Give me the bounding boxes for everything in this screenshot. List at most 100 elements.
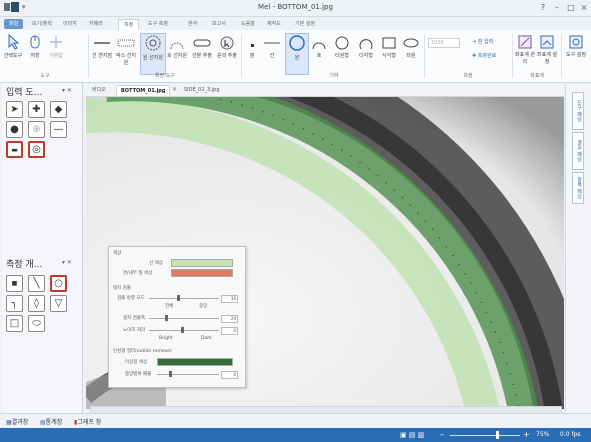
line-edge-button[interactable]: 선 연지점 — [91, 36, 113, 59]
view-mode-icons[interactable]: ▣ ▤ ▥ — [400, 431, 424, 439]
pointer-tool[interactable]: ➤ — [6, 101, 23, 118]
point-input-button[interactable]: ⇥ 점 입력 — [472, 38, 493, 45]
geo-point-button[interactable]: 점 — [245, 40, 259, 59]
box-edge-icon — [117, 39, 135, 47]
arc-edge-button[interactable]: 호 선지원 — [166, 36, 188, 59]
group-label-geometry: 기하 — [329, 73, 339, 79]
save-tool-button[interactable]: 저장 — [26, 34, 44, 59]
right-dock-strip: 도구 패널 결과 패널 항목 패널 — [565, 84, 591, 414]
minimize-button[interactable]: – — [550, 2, 564, 13]
tab-view[interactable]: 보기/출력 — [27, 19, 57, 29]
scan-right-label: 중앙 — [199, 304, 208, 309]
noise-value[interactable]: 0 — [221, 327, 238, 335]
geo-rect-button[interactable]: 사각형 — [378, 36, 400, 59]
mouse-tool[interactable]: ● — [6, 121, 23, 138]
scan-mode-slider[interactable] — [177, 295, 180, 301]
geo-oval-button[interactable]: 타원 — [401, 36, 421, 59]
edge-width-slider[interactable] — [165, 315, 168, 321]
geo-polygon-button[interactable]: 다각형 — [355, 36, 377, 59]
coord-manage-button[interactable]: 좌표계 관리 — [515, 35, 535, 65]
mouse-icon — [30, 35, 40, 49]
doc-tab-close-icon[interactable]: ✕ — [172, 86, 177, 93]
default-tool-button[interactable]: 기본값 — [46, 34, 66, 59]
panel-pin-icon-2[interactable]: ▾ ✕ — [62, 259, 72, 266]
contour-extract-label: 윤곽 추출 — [217, 53, 237, 59]
circle-measure-tool[interactable]: ○ — [50, 275, 67, 292]
filter-color-swatch[interactable] — [157, 358, 233, 366]
square-measure-tool[interactable]: □ — [6, 315, 23, 332]
scan-mode-value[interactable]: 30 — [221, 295, 238, 303]
tab-report[interactable]: 보고서 — [207, 19, 231, 29]
tool-settings-button[interactable]: 도구 설정 — [565, 35, 587, 58]
ring-cross-icon: ⊕ — [32, 124, 41, 135]
box-edge-button[interactable]: 박스 선지원 — [114, 36, 138, 66]
point-measure-tool[interactable]: ■ — [6, 275, 23, 292]
dock-tab-tools[interactable]: 도구 패널 — [572, 92, 584, 130]
geo-circle-button[interactable]: 원 — [285, 33, 309, 75]
dock-tab-results[interactable]: 결과 패널 — [572, 132, 584, 170]
stats-window-tab[interactable]: ▤통계창 — [40, 417, 62, 426]
edge-settings-dialog: 색상 선 색상 면/내부 칠 색상 엣지 검출 검출 방향 모드 30 전체 중… — [108, 246, 246, 388]
circle-edge-button[interactable]: 원 선지원 — [140, 33, 166, 75]
group-separator — [561, 34, 562, 78]
measure-count-input[interactable]: 1000 — [428, 38, 460, 48]
select-tool-button[interactable]: 선택도구 — [3, 33, 23, 59]
zoom-out-button[interactable]: – — [440, 430, 444, 439]
flag-measure-tool[interactable]: ▽ — [50, 295, 67, 312]
coord-manage-label: 좌표계 관리 — [515, 52, 535, 65]
line-tool[interactable]: — — [50, 121, 67, 138]
ring-cross-tool[interactable]: ⊕ — [28, 121, 45, 138]
doc-tab-side[interactable]: SIDE_02_3.jpg — [180, 85, 224, 95]
tab-analysis[interactable]: 분석 — [183, 19, 202, 29]
tab-image[interactable]: 이미지 — [58, 19, 82, 29]
dock-tab-items[interactable]: 항목 패널 — [572, 172, 584, 204]
tab-tool-measure[interactable]: 도구 측정 — [143, 19, 173, 29]
shield-measure-tool[interactable]: ◊ — [28, 295, 45, 312]
fill-color-swatch[interactable] — [171, 269, 233, 277]
tab-measure[interactable]: 측정 — [118, 19, 140, 30]
flag-icon: ▽ — [54, 298, 63, 309]
bar-tool[interactable]: ▬ — [6, 141, 23, 158]
curve-measure-tool[interactable]: ╮ — [6, 295, 23, 312]
line-color-swatch[interactable] — [171, 259, 233, 267]
zoom-in-button[interactable]: + — [523, 430, 530, 439]
panel-pin-icon[interactable]: ▾ ✕ — [62, 87, 72, 94]
slash-measure-tool[interactable]: ╲ — [28, 275, 45, 292]
geo-arc-button[interactable]: 호 — [309, 36, 329, 59]
filter-range-slider[interactable] — [169, 371, 172, 377]
point-icon: ■ — [11, 280, 18, 287]
segment-extract-button[interactable]: 선분 추출 — [190, 36, 214, 59]
crosshair-tool[interactable]: ✚ — [28, 101, 45, 118]
measure-done-button[interactable]: ✚ 측정완료 — [472, 52, 496, 59]
measure-tools-title: 측정 개... — [6, 260, 43, 270]
geo-ellipse-button[interactable]: 타원형 — [331, 36, 353, 59]
shield-icon: ◊ — [34, 298, 39, 309]
geo-line-button[interactable]: 선 — [261, 36, 283, 59]
ellipse-shape-icon — [335, 36, 349, 50]
tab-file[interactable]: 파일 — [4, 19, 24, 29]
oval-measure-tool[interactable]: ⬭ — [28, 315, 45, 332]
contour-extract-button[interactable]: 윤곽 추출 — [216, 36, 238, 59]
doc-tab-bottom[interactable]: BOTTOM_01.jpg — [116, 85, 171, 96]
result-window-tab[interactable]: ▦결과창 — [6, 417, 28, 426]
line-edge-icon — [94, 42, 110, 44]
circle-target-tool[interactable]: ◎ — [28, 141, 45, 158]
circle-edge-label: 원 선지원 — [143, 55, 163, 61]
coord-set-button[interactable]: 좌표계 설정 — [537, 35, 557, 65]
filter-range-value[interactable]: 0 — [221, 371, 238, 379]
close-button[interactable]: × — [577, 2, 591, 13]
horizontal-scrollbar[interactable] — [90, 406, 562, 414]
tab-camera[interactable]: 카메라 — [84, 19, 108, 29]
help-button[interactable]: ? — [536, 2, 550, 13]
graph-window-tab[interactable]: ▮그래프 창 — [74, 417, 101, 426]
tab-settings[interactable]: 기본 설정 — [290, 19, 320, 29]
maximize-button[interactable]: □ — [564, 2, 578, 13]
pointer-icon: ➤ — [10, 104, 19, 115]
noise-slider[interactable] — [181, 327, 184, 333]
tab-help[interactable]: 도움말 — [236, 19, 260, 29]
stats-window-label: 통계창 — [45, 419, 63, 426]
zoom-slider-thumb[interactable] — [496, 431, 499, 439]
tab-drawing[interactable]: 제작도 — [262, 19, 286, 29]
horizontal-tool[interactable]: ◆ — [50, 101, 67, 118]
edge-width-value[interactable]: 20 — [221, 315, 238, 323]
